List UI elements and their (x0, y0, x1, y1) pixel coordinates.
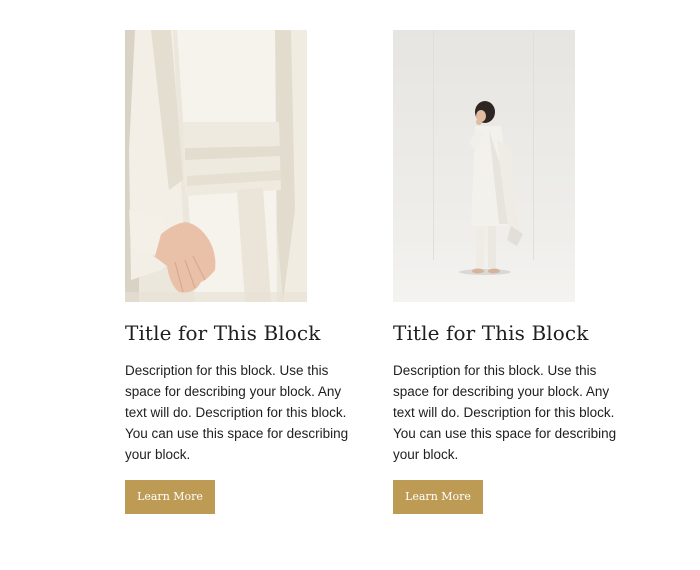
card-image-fabric-closeup (125, 30, 307, 302)
card-title: Title for This Block (125, 321, 321, 345)
content-card: Title for This Block Description for thi… (125, 30, 365, 514)
card-title: Title for This Block (393, 321, 589, 345)
card-description: Description for this block. Use this spa… (125, 363, 349, 462)
content-card: Title for This Block Description for thi… (393, 30, 633, 514)
card-image-model-standing (393, 30, 575, 302)
card-description: Description for this block. Use this spa… (393, 363, 617, 462)
learn-more-button[interactable]: Learn More (393, 480, 483, 514)
learn-more-button[interactable]: Learn More (125, 480, 215, 514)
